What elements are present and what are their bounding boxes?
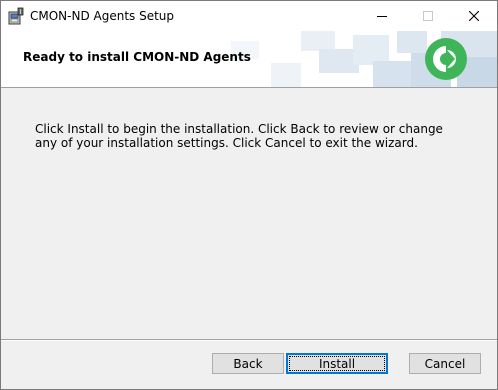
page-heading: Ready to install CMON-ND Agents (23, 50, 251, 64)
footer-divider (1, 339, 497, 341)
focus-indicator (289, 356, 385, 371)
instructions-text: Click Install to begin the installation.… (35, 122, 443, 150)
header-banner: Ready to install CMON-ND Agents (1, 31, 497, 88)
cancel-button[interactable]: Cancel (409, 353, 481, 374)
maximize-icon (423, 11, 433, 21)
setup-window: CMON-ND Agents Setup Ready to install CM… (0, 0, 498, 390)
minimize-button[interactable] (359, 1, 405, 31)
window-title: CMON-ND Agents Setup (30, 9, 175, 23)
title-bar[interactable]: CMON-ND Agents Setup (1, 1, 497, 31)
maximize-button (405, 1, 451, 31)
installer-icon (8, 7, 24, 25)
minimize-icon (377, 16, 387, 17)
close-button[interactable] (451, 1, 497, 31)
cmon-logo-icon (425, 38, 467, 80)
back-button[interactable]: Back (212, 353, 284, 374)
install-button[interactable]: Install (286, 353, 388, 374)
close-icon (469, 11, 479, 21)
